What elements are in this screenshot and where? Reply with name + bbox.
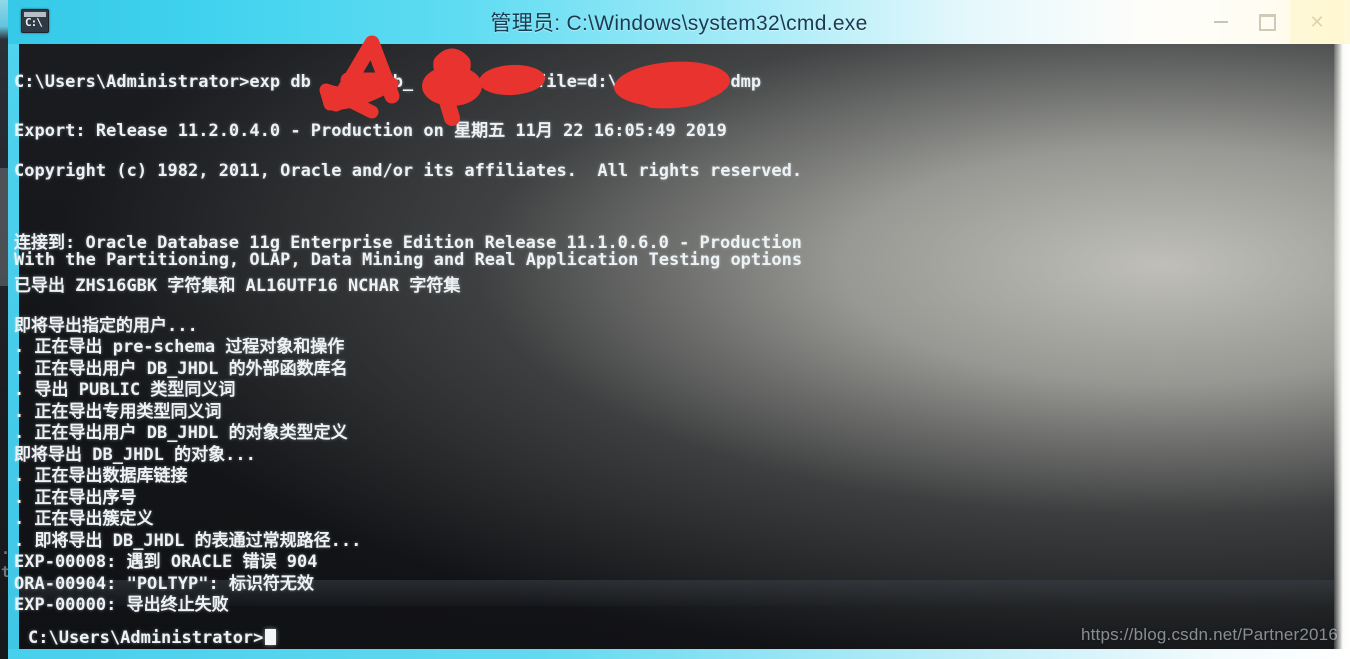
terminal-line: 已导出 ZHS16GBK 字符集和 AL16UTF16 NCHAR 字符集 [14,276,461,296]
window-title: 管理员: C:\Windows\system32\cmd.exe [490,12,868,35]
cmd-window: C:\ 管理员: C:\Windows\system32\cmd.exe ✕ C… [0,0,1350,659]
minimize-icon [1214,21,1228,23]
title-bar[interactable]: C:\ 管理员: C:\Windows\system32\cmd.exe ✕ [8,0,1350,44]
maximize-button[interactable] [1244,0,1290,44]
csdn-watermark: https://blog.csdn.net/Partner2016 [1080,625,1338,644]
text-cursor [265,629,277,645]
window-controls: ✕ [1198,0,1344,44]
screenshot-root: ... t C:\ 管理员: C:\Windows\system32\cmd.e… [0,0,1350,659]
terminal-line: C:\Users\Administrator>exp db /db_ @s fi… [14,72,762,92]
terminal-line: EXP-00000: 导出终止失败 [14,595,229,615]
maximize-icon [1258,13,1276,31]
console-bottom-border [8,649,1350,659]
close-icon: ✕ [1309,11,1325,32]
terminal-line: Export: Release 11.2.0.4.0 - Production … [14,121,727,141]
terminal-line: With the Partitioning, OLAP, Data Mining… [14,250,803,270]
command-prompt[interactable]: C:\Users\Administrator> [28,628,277,648]
close-button[interactable]: ✕ [1290,0,1344,44]
console-right-glare [1334,44,1350,659]
terminal-line: Copyright (c) 1982, 2011, Oracle and/or … [14,161,803,181]
terminal-output[interactable]: C:\Users\Administrator>exp db /db_ @s fi… [14,44,1334,659]
prompt-text: C:\Users\Administrator> [28,628,264,648]
minimize-button[interactable] [1198,0,1244,44]
